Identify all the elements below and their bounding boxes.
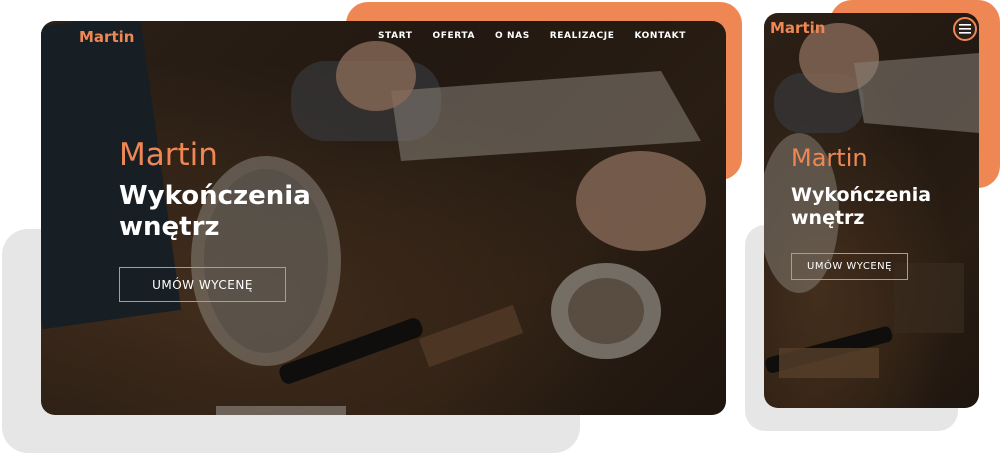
hero-name: Martin [119,137,218,173]
nav-link-o-nas[interactable]: O NAS [495,31,530,41]
brand-logo[interactable]: Martin [79,28,134,46]
hero-title-mobile: Wykończenia wnętrz [791,184,932,229]
menu-button[interactable] [953,17,977,41]
hero-title: Wykończenia wnętrz [119,181,311,243]
hamburger-icon [959,24,971,34]
nav-link-start[interactable]: START [378,31,413,41]
nav-link-oferta[interactable]: OFERTA [433,31,475,41]
nav-link-kontakt[interactable]: KONTAKT [635,31,686,41]
hero-name-mobile: Martin [791,144,868,172]
quote-button[interactable]: UMÓW WYCENĘ [119,267,286,302]
quote-button-mobile[interactable]: UMÓW WYCENĘ [791,253,908,280]
nav-link-realizacje[interactable]: REALIZACJE [550,31,615,41]
brand-logo-mobile[interactable]: Martin [770,19,825,37]
main-navigation: START OFERTA O NAS REALIZACJE KONTAKT [378,31,686,41]
mobile-screenshot: Martin Martin Wykończenia wnętrz UMÓW WY… [764,13,979,408]
desktop-screenshot: Martin START OFERTA O NAS REALIZACJE KON… [41,21,726,415]
